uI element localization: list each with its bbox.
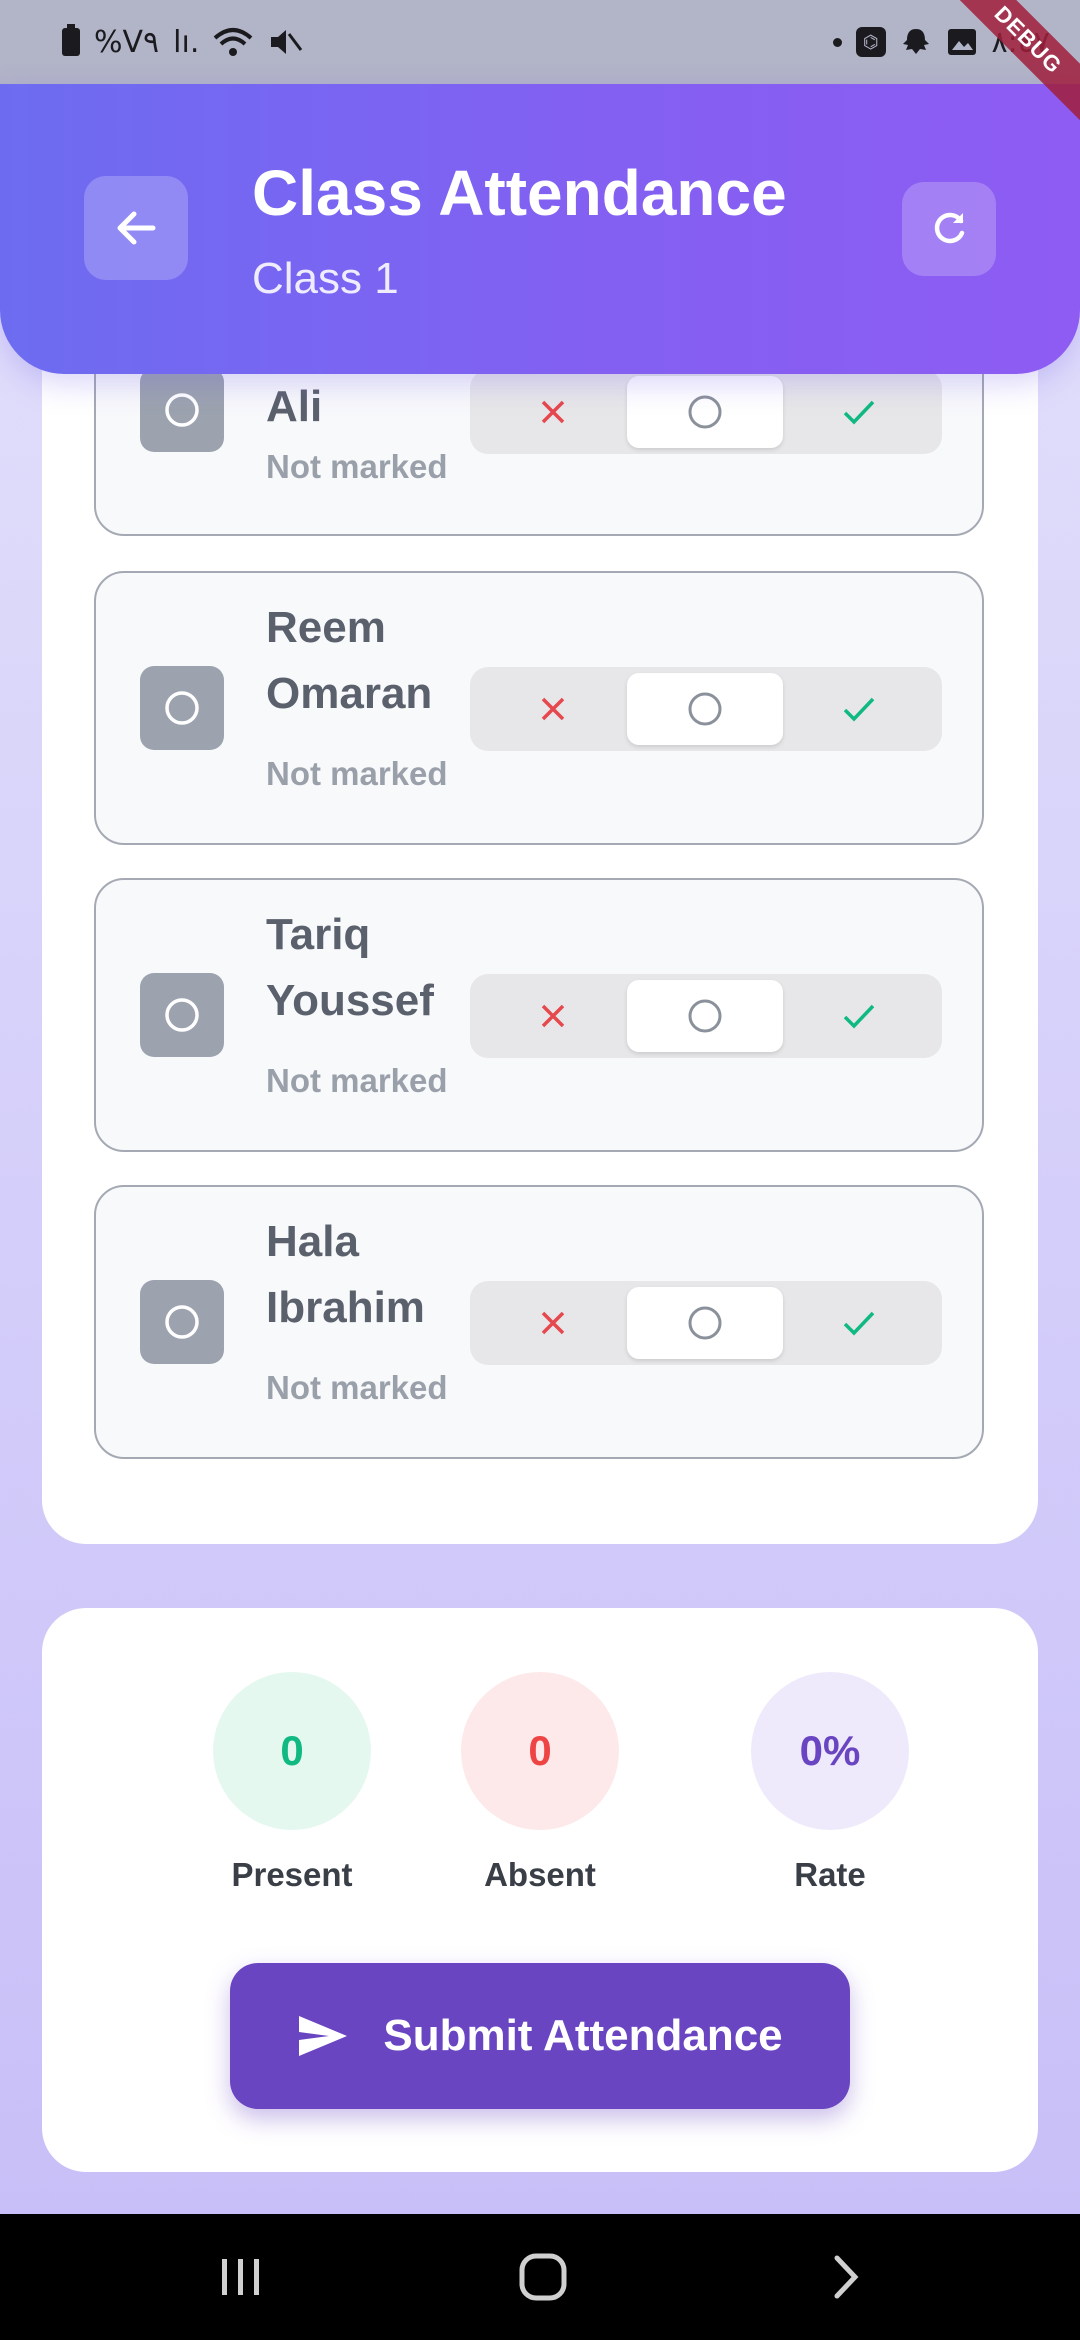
recent-apps-icon [222, 2259, 259, 2295]
circle-outline-icon [688, 1306, 722, 1340]
student-status: Not marked [266, 1369, 448, 1406]
mark-present-button[interactable] [784, 370, 934, 454]
circle-outline-icon [688, 395, 722, 429]
student-card[interactable]: Hala Ibrahim Not marked [94, 1185, 984, 1459]
page-title: Class Attendance [252, 157, 787, 229]
image-icon [947, 29, 976, 55]
status-bar: %V٩ lı. ⌬ ٨:٤٧ [0, 0, 1080, 84]
circle-outline-icon [165, 1305, 199, 1339]
rate-label: Rate [794, 1856, 866, 1893]
circle-outline-icon [165, 998, 199, 1032]
signal-icon: lı. [173, 24, 200, 60]
student-name: Hala Ibrahim [266, 1217, 425, 1332]
back-nav-button[interactable] [810, 2242, 880, 2312]
absent-count: 0 [461, 1672, 619, 1830]
absent-label: Absent [484, 1856, 596, 1893]
back-chevron-icon [834, 2255, 859, 2299]
mark-absent-button[interactable] [478, 1281, 628, 1365]
send-icon [299, 2016, 348, 2056]
student-name: Tariq Youssef [266, 910, 434, 1025]
system-nav-bar [0, 2214, 1080, 2340]
refresh-icon [934, 212, 965, 244]
mark-unmarked-button[interactable] [627, 1287, 783, 1359]
student-status-avatar [140, 1280, 224, 1364]
student-name: Reem Omaran [266, 603, 433, 718]
refresh-button[interactable] [902, 182, 996, 276]
submit-attendance-button[interactable]: Submit Attendance [230, 1963, 850, 2109]
mark-present-button[interactable] [784, 1281, 934, 1365]
arrow-left-icon [117, 211, 156, 245]
attendance-toggle[interactable] [470, 370, 942, 454]
app-notification-icon: ⌬ [855, 27, 886, 57]
status-left: %V٩ lı. [62, 24, 303, 60]
student-status-avatar [140, 973, 224, 1057]
mark-unmarked-button[interactable] [627, 980, 783, 1052]
home-icon [519, 2253, 567, 2301]
rate-value: 0% [751, 1672, 909, 1830]
back-button[interactable] [84, 176, 188, 280]
student-status: Not marked [266, 1062, 448, 1099]
rate-stat: 0% Rate [740, 1672, 920, 1894]
student-status: Not marked [266, 755, 448, 792]
mark-present-button[interactable] [784, 667, 934, 751]
student-card[interactable]: Tariq Youssef Not marked [94, 878, 984, 1152]
close-icon [541, 400, 565, 424]
mute-icon [271, 30, 303, 54]
mark-present-button[interactable] [784, 974, 934, 1058]
present-label: Present [231, 1856, 353, 1893]
notification-dot-icon [832, 37, 842, 47]
attendance-toggle[interactable] [470, 667, 942, 751]
mark-unmarked-button[interactable] [627, 376, 783, 448]
present-count: 0 [213, 1672, 371, 1830]
check-icon [843, 400, 875, 425]
ghost-icon [902, 29, 929, 54]
submit-label: Submit Attendance [383, 2011, 783, 2060]
app-header: Class Attendance Class 1 [0, 84, 1080, 374]
student-status: Not marked [266, 448, 448, 485]
summary-panel: 0 Present 0 Absent 0% Rate Submit Attend… [42, 1608, 1038, 2172]
present-stat: 0 Present [202, 1672, 382, 1894]
close-icon [541, 697, 565, 721]
close-icon [541, 1311, 565, 1335]
battery-icon [62, 24, 80, 56]
circle-outline-icon [688, 692, 722, 726]
student-status-avatar [140, 666, 224, 750]
attendance-toggle[interactable] [470, 974, 942, 1058]
recent-apps-button[interactable] [206, 2242, 276, 2312]
circle-outline-icon [165, 393, 199, 427]
mark-absent-button[interactable] [478, 667, 628, 751]
check-icon [843, 1004, 875, 1029]
mark-absent-button[interactable] [478, 370, 628, 454]
wifi-icon [214, 28, 253, 56]
page-subtitle: Class 1 [252, 254, 399, 303]
student-status-avatar [140, 368, 224, 452]
close-icon [541, 1004, 565, 1028]
mark-unmarked-button[interactable] [627, 673, 783, 745]
student-card[interactable]: Reem Omaran Not marked [94, 571, 984, 845]
check-icon [843, 697, 875, 722]
home-button[interactable] [508, 2242, 578, 2312]
students-panel[interactable]: Ali Not marked Reem Omaran Not marked Ta… [42, 300, 1038, 1544]
mark-absent-button[interactable] [478, 974, 628, 1058]
student-name: Ali [266, 382, 323, 431]
attendance-toggle[interactable] [470, 1281, 942, 1365]
circle-outline-icon [165, 691, 199, 725]
absent-stat: 0 Absent [450, 1672, 630, 1894]
battery-percent: %V٩ [94, 24, 160, 60]
check-icon [843, 1311, 875, 1336]
circle-outline-icon [688, 999, 722, 1033]
